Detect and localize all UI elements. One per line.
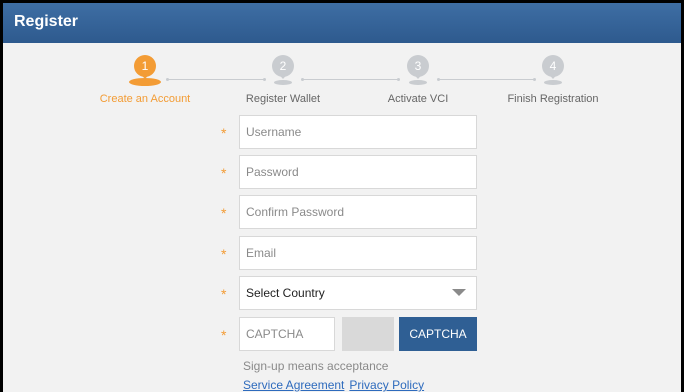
agreement-links: Service Agreement Privacy Policy: [243, 378, 429, 392]
title-bar: Register: [3, 3, 681, 43]
captcha-image: [342, 317, 394, 351]
required-mark: *: [221, 327, 227, 343]
password-field[interactable]: Password: [239, 155, 477, 189]
location-pin-icon: 2: [272, 55, 294, 87]
step-register-wallet: 2 Register Wallet: [223, 55, 343, 105]
register-window: Register 1 Create an Account 2 Register …: [3, 3, 681, 392]
step-finish-registration: 4 Finish Registration: [493, 55, 613, 105]
captcha-input[interactable]: CAPTCHA: [239, 317, 335, 351]
password-placeholder: Password: [246, 165, 299, 179]
progress-steps: 1 Create an Account 2 Register Wallet 3 …: [3, 55, 681, 105]
step-label: Register Wallet: [245, 93, 321, 105]
confirm-password-row: * Confirm Password: [221, 195, 481, 229]
country-select[interactable]: Select Country: [239, 276, 477, 310]
location-pin-icon: 1: [129, 55, 161, 87]
step-label: Create an Account: [99, 93, 191, 105]
captcha-placeholder: CAPTCHA: [246, 327, 304, 341]
location-pin-icon: 3: [407, 55, 429, 87]
username-row: * Username: [221, 115, 481, 149]
confirm-password-placeholder: Confirm Password: [246, 205, 345, 219]
step-connector: [166, 78, 266, 81]
privacy-policy-link[interactable]: Privacy Policy: [349, 378, 424, 392]
step-create-account: 1 Create an Account: [85, 55, 205, 105]
required-mark: *: [221, 165, 227, 181]
email-row: * Email: [221, 236, 481, 270]
password-row: * Password: [221, 155, 481, 189]
email-placeholder: Email: [246, 246, 277, 260]
country-select-value: Select Country: [246, 286, 325, 300]
required-mark: *: [221, 286, 227, 302]
step-label: Activate VCI: [387, 93, 449, 105]
confirm-password-field[interactable]: Confirm Password: [239, 195, 477, 229]
page-title: Register: [14, 13, 79, 30]
required-mark: *: [221, 205, 227, 221]
required-mark: *: [221, 246, 227, 262]
country-row: * Select Country: [221, 276, 481, 310]
email-field[interactable]: Email: [239, 236, 477, 270]
captcha-row: * CAPTCHA CAPTCHA: [221, 317, 481, 351]
signup-note: Sign-up means acceptance: [243, 359, 389, 373]
step-connector: [437, 78, 536, 81]
step-connector: [301, 78, 400, 81]
username-placeholder: Username: [246, 125, 302, 139]
location-pin-icon: 4: [542, 55, 564, 87]
service-agreement-link[interactable]: Service Agreement: [243, 378, 344, 392]
captcha-button[interactable]: CAPTCHA: [399, 317, 477, 351]
required-mark: *: [221, 125, 227, 141]
chevron-down-icon: [452, 289, 466, 296]
username-field[interactable]: Username: [239, 115, 477, 149]
step-activate-vci: 3 Activate VCI: [358, 55, 478, 105]
step-label: Finish Registration: [507, 93, 599, 105]
